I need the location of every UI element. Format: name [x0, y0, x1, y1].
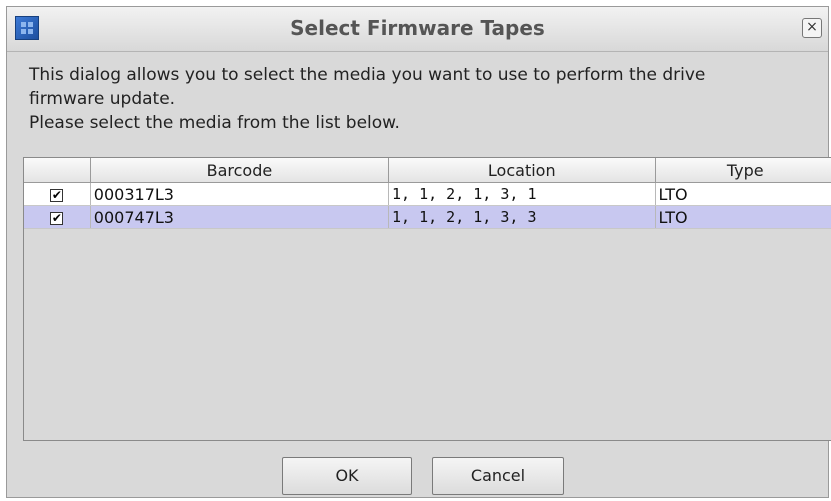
- checkbox-cell[interactable]: ✔: [24, 205, 91, 229]
- column-header-barcode[interactable]: Barcode: [90, 158, 389, 183]
- location-cell: 1, 1, 2, 1, 3, 3: [388, 205, 656, 229]
- select-firmware-tapes-dialog: Select Firmware Tapes × This dialog allo…: [6, 6, 831, 498]
- type-cell: LTO: [655, 205, 831, 229]
- description-line-2: firmware update.: [29, 89, 176, 109]
- column-header-select[interactable]: [24, 158, 91, 183]
- location-cell: 1, 1, 2, 1, 3, 1: [388, 182, 656, 206]
- dialog-title: Select Firmware Tapes: [290, 16, 545, 40]
- ok-button[interactable]: OK: [282, 457, 412, 495]
- dialog-description: This dialog allows you to select the med…: [29, 63, 809, 135]
- description-line-3: Please select the media from the list be…: [29, 113, 400, 133]
- column-header-location[interactable]: Location: [388, 158, 656, 183]
- barcode-cell: 000317L3: [90, 182, 389, 206]
- table-row[interactable]: ✔ 000317L3 1, 1, 2, 1, 3, 1 LTO: [24, 182, 831, 206]
- title-bar[interactable]: Select Firmware Tapes ×: [7, 7, 828, 52]
- close-button[interactable]: ×: [802, 18, 822, 38]
- media-table[interactable]: Barcode Location Type ✔ 000317L3 1, 1, 2…: [23, 157, 831, 441]
- description-line-1: This dialog allows you to select the med…: [29, 65, 706, 85]
- barcode-cell: 000747L3: [90, 205, 389, 229]
- cancel-button[interactable]: Cancel: [432, 457, 564, 495]
- table-header-row: Barcode Location Type: [24, 158, 831, 183]
- table-row-selected[interactable]: ✔ 000747L3 1, 1, 2, 1, 3, 3 LTO: [24, 205, 831, 229]
- row-checkbox[interactable]: ✔: [50, 188, 64, 202]
- column-header-type[interactable]: Type: [655, 158, 831, 183]
- type-cell: LTO: [655, 182, 831, 206]
- row-checkbox[interactable]: ✔: [50, 211, 64, 225]
- checkbox-cell[interactable]: ✔: [24, 182, 91, 206]
